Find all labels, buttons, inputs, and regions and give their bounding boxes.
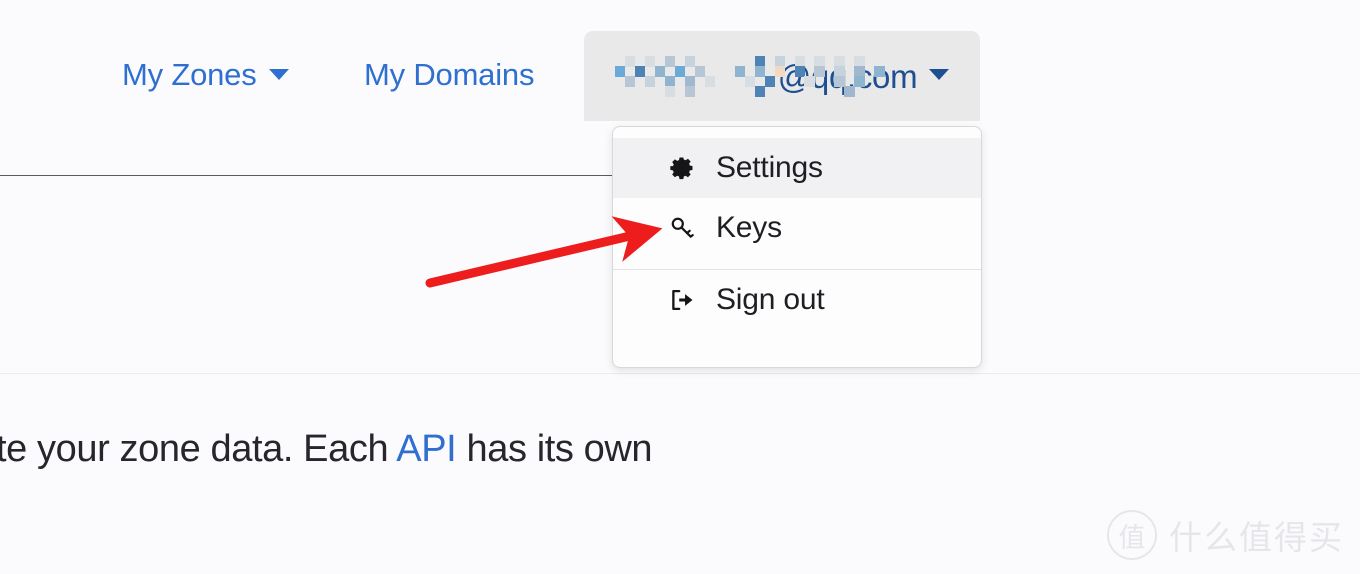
nav-link-my-domains[interactable]: My Domains — [364, 59, 534, 90]
chevron-down-icon — [929, 68, 950, 80]
page-root: My Zones My Domains @qq.com Settings Key… — [0, 0, 1360, 574]
body-paragraph: te your zone data. Each API has its own — [0, 428, 653, 470]
nav-link-my-domains-label: My Domains — [364, 57, 535, 92]
watermark: 值 什么值得买 — [1107, 510, 1344, 560]
watermark-badge: 值 — [1107, 510, 1157, 560]
nav-link-my-zones[interactable]: My Zones — [122, 59, 289, 90]
gear-icon — [667, 153, 697, 183]
account-menu-button[interactable]: @qq.com — [584, 31, 980, 121]
redacted-email-mosaic — [614, 56, 885, 97]
body-paragraph-prefix: te your zone data. Each — [0, 428, 397, 470]
account-dropdown-menu: Settings Keys Sign out — [612, 126, 982, 368]
nav-link-my-zones-label: My Zones — [122, 57, 257, 92]
menu-item-settings[interactable]: Settings — [613, 138, 981, 198]
top-navigation: My Zones My Domains @qq.com — [0, 0, 1360, 128]
content-rule-bottom — [0, 373, 1360, 374]
chevron-down-icon — [268, 69, 289, 81]
menu-item-keys[interactable]: Keys — [613, 198, 981, 258]
body-paragraph-suffix: has its own — [456, 428, 653, 470]
watermark-text: 什么值得买 — [1169, 518, 1344, 557]
menu-item-keys-label: Keys — [716, 211, 782, 244]
key-icon — [667, 213, 697, 243]
menu-item-sign-out[interactable]: Sign out — [613, 270, 981, 330]
content-rule-top — [0, 175, 612, 176]
account-menu-inner: @qq.com — [584, 31, 980, 121]
menu-item-sign-out-label: Sign out — [716, 283, 825, 316]
sign-out-icon — [667, 285, 697, 315]
account-email: @qq.com — [614, 56, 950, 97]
menu-item-settings-label: Settings — [716, 151, 823, 184]
api-link[interactable]: API — [396, 428, 456, 470]
